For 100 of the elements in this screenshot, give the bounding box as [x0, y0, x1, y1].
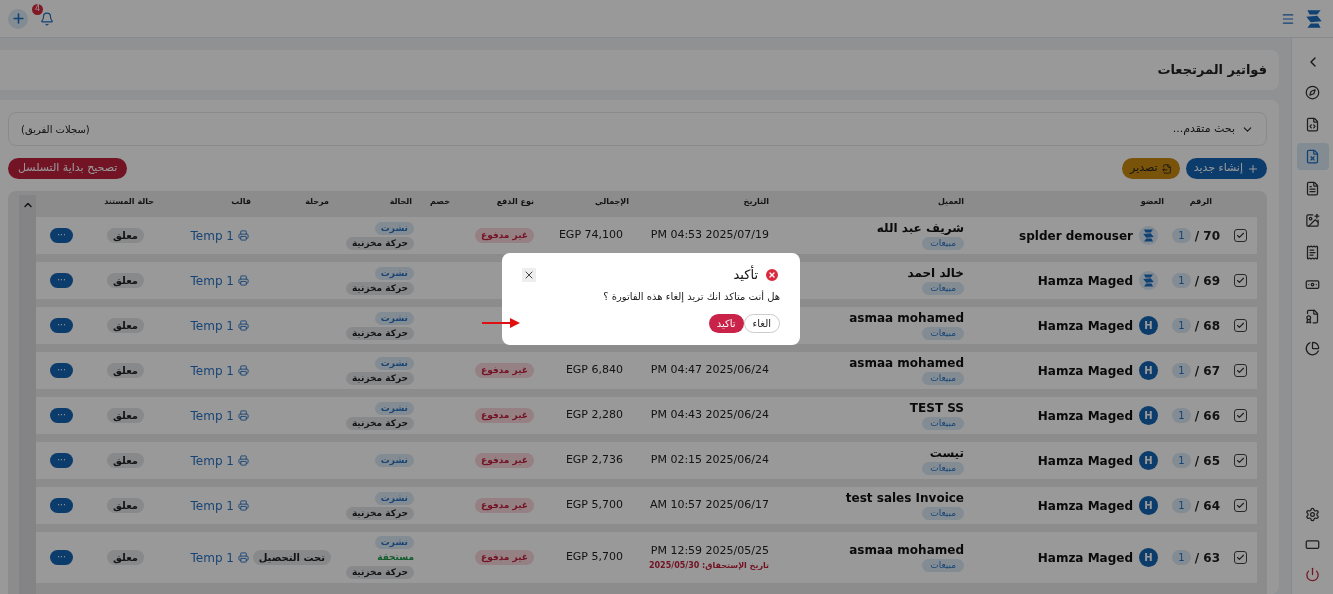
row-number: 64 / — [1194, 497, 1220, 515]
confirm-button[interactable]: تاكيد — [708, 313, 744, 333]
version-badge: 1 — [1172, 550, 1191, 565]
invoice-date: PM 02:15 2025/06/24 — [650, 452, 769, 469]
status-tag: نشرت — [374, 491, 414, 505]
invoice-total: EGP 2,736 — [565, 452, 623, 469]
create-button[interactable]: إنشاء جديد — [1185, 158, 1267, 179]
document-status-tag: معلق — [107, 228, 144, 243]
due-date: تاريخ الإستحقاق: 2025/05/30 — [648, 559, 769, 572]
row-menu-button[interactable]: ··· — [50, 363, 73, 378]
client-tag: مبيعات — [922, 237, 964, 250]
printer-icon — [238, 552, 249, 563]
document-status-tag: معلق — [107, 273, 144, 288]
sidebar-item[interactable] — [1296, 143, 1329, 170]
row-checkbox[interactable] — [1234, 364, 1247, 377]
row-menu-button[interactable]: ··· — [50, 550, 73, 565]
row-checkbox[interactable] — [1234, 454, 1247, 467]
code-file-icon — [1305, 117, 1320, 132]
status-tag: حركة مخزنية — [345, 236, 414, 250]
row-menu-button[interactable]: ··· — [50, 498, 73, 513]
member-avatar: H — [1139, 361, 1158, 380]
payment-tag: غير مدفوع — [475, 550, 534, 565]
close-button[interactable] — [522, 267, 536, 282]
template-link[interactable]: Temp 1 — [190, 406, 234, 425]
document-icon — [1305, 181, 1320, 196]
version-badge: 1 — [1172, 408, 1191, 423]
member-name: Hamza Maged — [1037, 497, 1133, 515]
template-link[interactable]: Temp 1 — [190, 226, 234, 245]
row-checkbox[interactable] — [1234, 551, 1247, 564]
printer-icon — [238, 230, 249, 241]
payment-tag: غير مدفوع — [475, 408, 534, 423]
settings-icon[interactable] — [1305, 507, 1320, 522]
check-icon — [1236, 231, 1245, 240]
row-menu-button[interactable]: ··· — [50, 408, 73, 423]
plus-icon — [1247, 162, 1259, 175]
advanced-search-bar[interactable]: بحث متقدم... (سجلات الفريق) — [8, 112, 1267, 146]
column-header: العميل — [936, 196, 965, 208]
version-badge: 1 — [1172, 453, 1191, 468]
template-link[interactable]: Temp 1 — [190, 548, 234, 567]
row-menu-button[interactable]: ··· — [50, 273, 73, 288]
payment-tag: غير مدفوع — [475, 228, 534, 243]
receipt-icon — [1305, 245, 1320, 260]
cancel-button[interactable]: الغاء — [743, 313, 780, 333]
status-tag: نشرت — [374, 454, 414, 467]
notification-bell-icon[interactable] — [40, 11, 54, 26]
client-name: خالد احمد — [907, 266, 964, 280]
power-icon[interactable] — [1305, 567, 1320, 582]
column-header: مرحلة — [304, 196, 330, 208]
status-tag: نشرت — [374, 401, 414, 415]
client-tag: مبيعات — [922, 559, 964, 572]
template-link[interactable]: Temp 1 — [190, 496, 234, 515]
column-header: العضو — [1139, 196, 1165, 208]
document-status-tag: معلق — [107, 550, 144, 565]
pointer-arrow — [482, 318, 520, 328]
status-tag: نشرت — [374, 266, 414, 280]
client-name: asmaa mohamed — [849, 543, 964, 557]
version-badge: 1 — [1172, 228, 1191, 243]
fix-sequence-button[interactable]: تصحيح بداية التسلسل — [8, 158, 128, 179]
column-header: نوع الدفع — [495, 196, 535, 208]
row-menu-button[interactable]: ··· — [50, 318, 73, 333]
row-number: 66 / — [1194, 407, 1220, 425]
row-number: 67 / — [1194, 362, 1220, 380]
template-link[interactable]: Temp 1 — [190, 361, 234, 380]
row-checkbox[interactable] — [1234, 319, 1247, 332]
row-checkbox[interactable] — [1234, 229, 1247, 242]
column-header: الحالة — [388, 196, 413, 208]
template-link[interactable]: Temp 1 — [190, 316, 234, 335]
template-link[interactable]: Temp 1 — [190, 271, 234, 290]
check-icon — [1236, 553, 1245, 562]
row-menu-button[interactable]: ··· — [50, 228, 73, 243]
add-button[interactable] — [8, 8, 28, 29]
row-checkbox[interactable] — [1234, 499, 1247, 512]
invoice-total: EGP 5,700 — [565, 549, 623, 566]
payment-tag: غير مدفوع — [475, 363, 534, 378]
screen-icon[interactable] — [1305, 537, 1320, 552]
status-tag: حركة مخزنية — [345, 281, 414, 295]
column-header: الإجمالي — [594, 196, 630, 208]
printer-icon — [238, 410, 249, 421]
pie-chart-icon — [1305, 341, 1320, 356]
menu-icon[interactable] — [1281, 11, 1295, 26]
member-avatar: H — [1139, 451, 1158, 470]
export-button[interactable]: تصدير — [1122, 158, 1180, 179]
invoice-total: EGP 74,100 — [558, 227, 623, 244]
member-name: Hamza Maged — [1037, 317, 1133, 335]
status-tag: حركة مخزنية — [345, 326, 414, 340]
template-link[interactable]: Temp 1 — [190, 451, 234, 470]
row-checkbox[interactable] — [1234, 274, 1247, 287]
check-icon — [1236, 456, 1245, 465]
team-records-label: (سجلات الفريق) — [21, 122, 90, 137]
client-name: TEST SS — [909, 401, 964, 415]
row-checkbox[interactable] — [1234, 409, 1247, 422]
export-icon — [1161, 163, 1172, 174]
invoice-date: PM 04:43 2025/06/24 — [650, 407, 769, 424]
document-status-tag: معلق — [107, 363, 144, 378]
printer-icon — [238, 320, 249, 331]
document-status-tag: معلق — [107, 318, 144, 333]
column-header: خصم — [429, 196, 451, 208]
invoice-date: PM 04:53 2025/07/19 — [650, 227, 769, 244]
file-icon — [1305, 149, 1320, 164]
row-menu-button[interactable]: ··· — [50, 453, 73, 468]
